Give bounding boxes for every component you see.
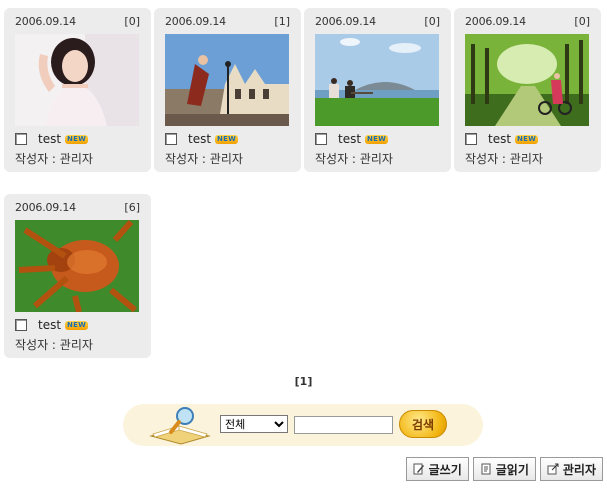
select-checkbox[interactable] [315,133,327,145]
gallery-card: 2006.09.14 [0] test NEW 작성자 : 관리자 [304,8,451,172]
read-button[interactable]: 글읽기 [472,457,536,481]
write-icon [413,463,424,475]
post-thumbnail[interactable] [465,34,589,126]
new-badge: NEW [215,134,239,144]
post-author: 작성자 : 관리자 [15,338,93,352]
document-icon [481,463,491,475]
select-checkbox[interactable] [15,133,27,145]
book-magnifier-icon [149,407,211,445]
write-button-label: 글쓰기 [428,462,462,477]
new-badge: NEW [65,320,89,330]
search-input[interactable] [294,416,393,434]
comment-count[interactable]: [0] [574,15,590,28]
post-title[interactable]: test [38,132,61,146]
post-author: 작성자 : 관리자 [165,152,243,166]
post-thumbnail[interactable] [315,34,439,126]
post-title[interactable]: test [488,132,511,146]
post-author: 작성자 : 관리자 [465,152,543,166]
post-title[interactable]: test [188,132,211,146]
external-edit-icon [547,463,559,475]
post-date: 2006.09.14 [465,15,526,28]
post-title[interactable]: test [38,318,61,332]
gallery-card: 2006.09.14 [0] test NEW 작성자 : 관리자 [4,8,151,172]
gallery-card: 2006.09.14 [1] test NEW 작성자 : 관리자 [154,8,301,172]
admin-button[interactable]: 관리자 [539,457,603,481]
page-link-current[interactable]: [1] [295,375,313,388]
post-date: 2006.09.14 [15,201,76,214]
post-title-row: test NEW [315,132,389,146]
post-title-row: test NEW [165,132,239,146]
read-button-label: 글읽기 [495,462,529,477]
comment-count[interactable]: [1] [274,15,290,28]
comment-count[interactable]: [0] [124,15,140,28]
write-button[interactable]: 글쓰기 [405,457,469,481]
post-date: 2006.09.14 [165,15,226,28]
search-bar: 전체 검색 [123,404,483,446]
new-badge: NEW [515,134,539,144]
post-author: 작성자 : 관리자 [315,152,393,166]
comment-count[interactable]: [0] [424,15,440,28]
post-thumbnail[interactable] [165,34,289,126]
gallery-card: 2006.09.14 [6] test NEW 작성자 : 관리자 [4,194,151,358]
admin-button-label: 관리자 [562,462,596,477]
post-thumbnail[interactable] [15,220,139,312]
new-badge: NEW [65,134,89,144]
post-title[interactable]: test [338,132,361,146]
select-checkbox[interactable] [465,133,477,145]
select-checkbox[interactable] [15,319,27,331]
pagination: [1] [0,375,607,388]
post-date: 2006.09.14 [15,15,76,28]
action-buttons: 글쓰기 글읽기 관리자 [405,457,603,481]
post-author: 작성자 : 관리자 [15,152,93,166]
post-title-row: test NEW [15,132,89,146]
post-date: 2006.09.14 [315,15,376,28]
comment-count[interactable]: [6] [124,201,140,214]
gallery-card: 2006.09.14 [0] test NEW 작성자 : 관리자 [454,8,601,172]
post-title-row: test NEW [465,132,539,146]
new-badge: NEW [365,134,389,144]
search-scope-select[interactable]: 전체 [220,415,288,433]
post-thumbnail[interactable] [15,34,139,126]
search-button[interactable]: 검색 [399,410,447,438]
select-checkbox[interactable] [165,133,177,145]
post-title-row: test NEW [15,318,89,332]
